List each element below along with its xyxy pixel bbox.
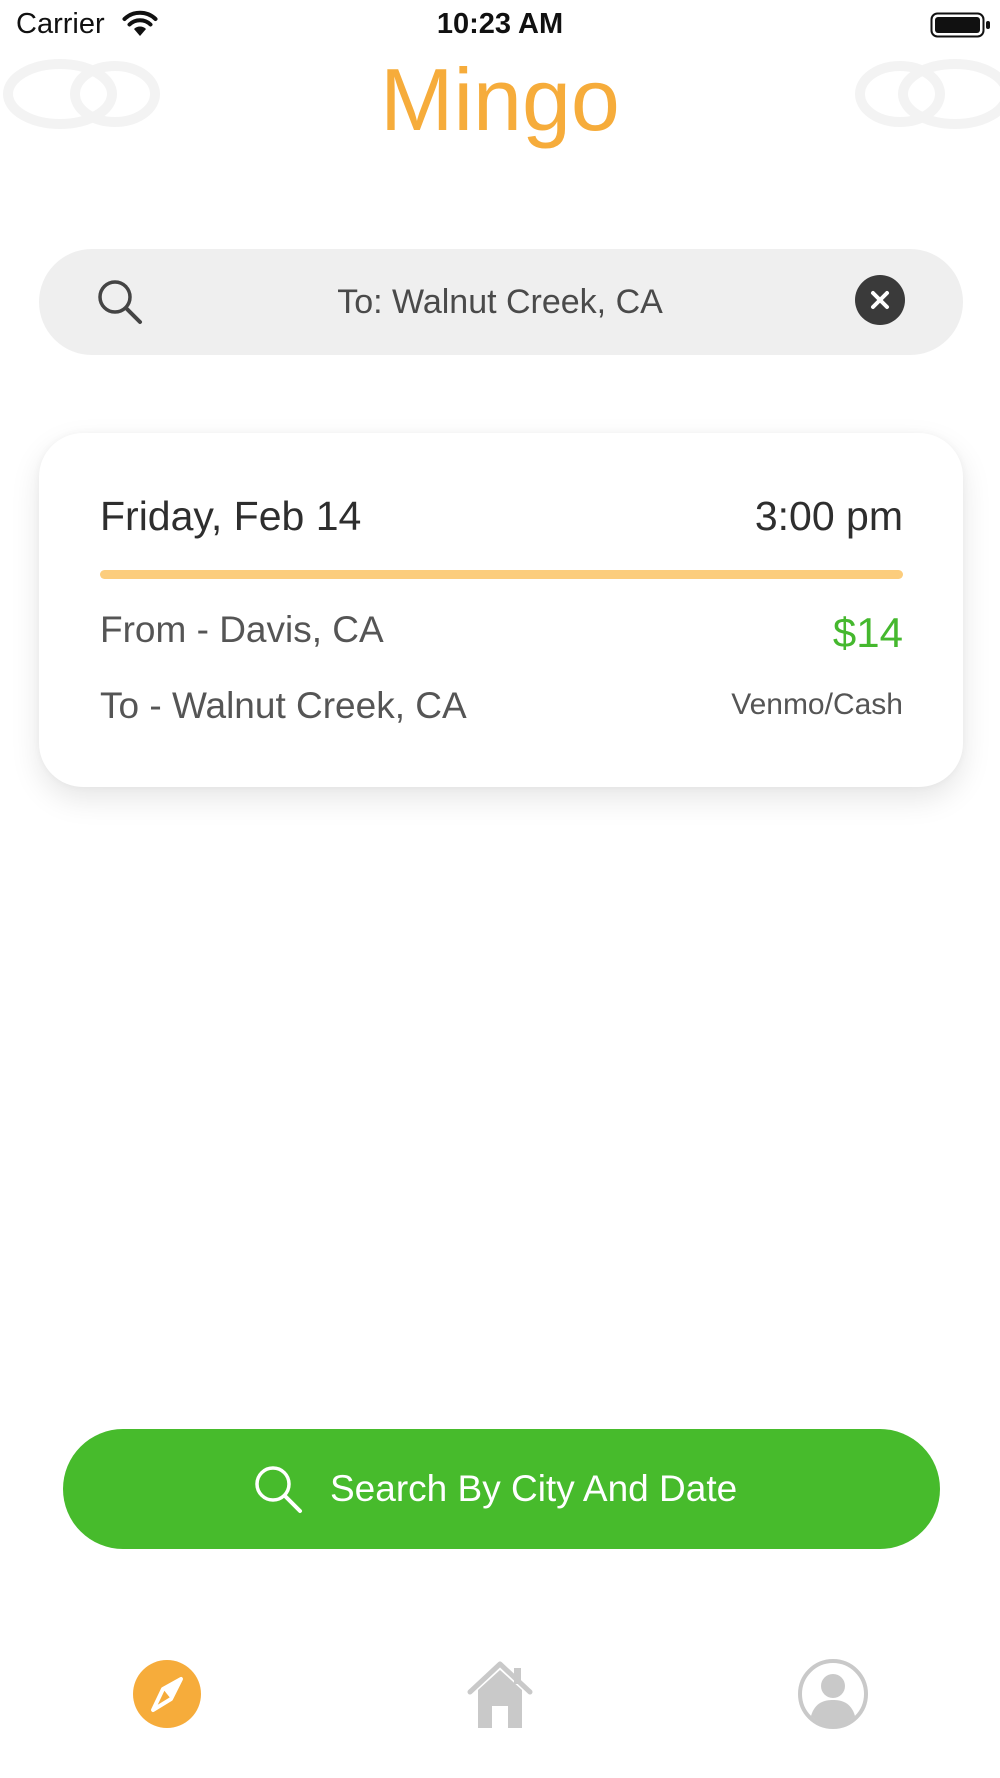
tab-profile[interactable] xyxy=(797,1658,869,1730)
search-input-value[interactable]: To: Walnut Creek, CA xyxy=(160,278,840,326)
search-icon xyxy=(98,280,142,324)
ride-payment-methods: Venmo/Cash xyxy=(731,688,903,721)
status-time: 10:23 AM xyxy=(436,8,564,40)
close-icon xyxy=(871,291,889,309)
tab-explore[interactable] xyxy=(131,1658,203,1730)
profile-icon xyxy=(798,1659,868,1729)
battery-icon xyxy=(930,12,990,38)
app-title: Mingo xyxy=(380,50,620,149)
search-icon xyxy=(255,1466,302,1513)
tab-home[interactable] xyxy=(464,1658,536,1730)
ride-time: 3:00 pm xyxy=(754,493,903,539)
ride-date: Friday, Feb 14 xyxy=(100,493,362,539)
compass-icon xyxy=(133,1660,201,1728)
status-bar: Carrier 10:23 AM xyxy=(0,0,1000,50)
ride-origin: From - Davis, CA xyxy=(100,609,384,650)
ride-destination: To - Walnut Creek, CA xyxy=(100,685,467,726)
ride-card-divider xyxy=(100,570,903,579)
search-by-city-label: Search By City And Date xyxy=(330,1468,738,1509)
clear-search-button[interactable] xyxy=(855,275,905,325)
home-icon xyxy=(467,1661,533,1728)
screen: Carrier 10:23 AM Mingo To: Walnut Creek,… xyxy=(0,0,1000,1778)
ride-price: $14 xyxy=(832,609,903,656)
